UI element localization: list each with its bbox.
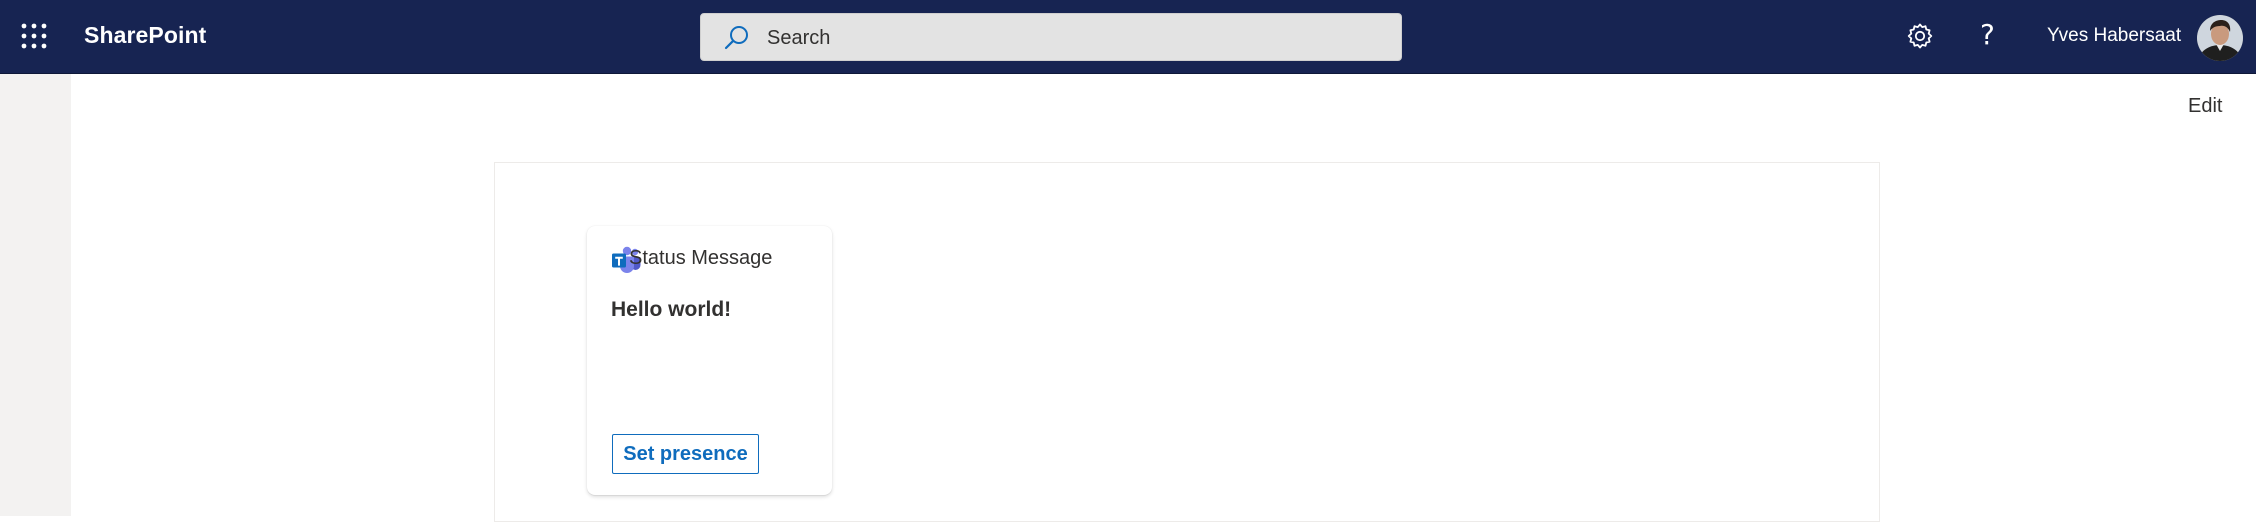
suite-header: SharePoint Search ? Yves Habersaat xyxy=(0,0,2256,74)
gear-icon[interactable] xyxy=(1906,22,1934,55)
search-input[interactable]: Search xyxy=(767,27,830,50)
search-box[interactable]: Search xyxy=(700,13,1402,61)
search-icon xyxy=(723,24,751,57)
brand-title[interactable]: SharePoint xyxy=(84,22,206,49)
waffle-icon[interactable] xyxy=(20,22,48,50)
left-rail xyxy=(0,74,71,516)
set-presence-button[interactable]: Set presence xyxy=(612,434,759,474)
user-avatar[interactable] xyxy=(2197,15,2243,61)
help-icon[interactable]: ? xyxy=(1980,18,1995,51)
card-title: Status Message xyxy=(629,247,773,269)
edit-button[interactable]: Edit xyxy=(2188,95,2222,118)
status-message-value: Hello world! xyxy=(611,298,732,321)
user-name[interactable]: Yves Habersaat xyxy=(2047,25,2181,47)
status-message-text: Hello world! xyxy=(611,298,731,322)
status-message-card: Status Message Hello world! Set presence xyxy=(587,226,832,495)
